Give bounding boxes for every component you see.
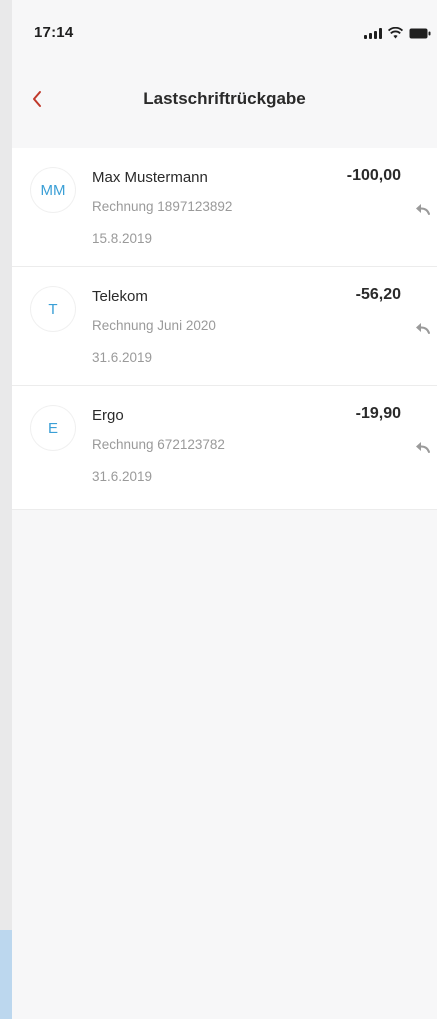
item-reference: Rechnung 672123782 xyxy=(92,437,225,452)
wifi-icon xyxy=(388,27,403,39)
status-bar: 17:14 xyxy=(12,0,437,70)
signal-icon xyxy=(364,28,382,39)
item-amount: -19,90 xyxy=(355,405,401,422)
avatar: T xyxy=(31,287,75,331)
item-reference: Rechnung 1897123892 xyxy=(92,199,233,214)
item-date: 15.8.2019 xyxy=(92,231,153,246)
list-item[interactable]: MM Max Mustermann Rechnung 1897123892 15… xyxy=(12,148,437,267)
battery-icon xyxy=(409,28,431,39)
navigation-bar: Lastschriftrückgabe xyxy=(12,70,437,132)
list-item[interactable]: T Telekom Rechnung Juni 2020 31.6.2019 -… xyxy=(12,267,437,386)
item-name: Ergo xyxy=(92,407,124,424)
list-item[interactable]: E Ergo Rechnung 672123782 31.6.2019 -19,… xyxy=(12,386,437,510)
item-amount: -100,00 xyxy=(346,167,401,184)
direct-debit-list: MM Max Mustermann Rechnung 1897123892 15… xyxy=(12,148,437,510)
avatar-initials: MM xyxy=(40,181,66,199)
page-title: Lastschriftrückgabe xyxy=(143,89,306,108)
reply-arrow-icon[interactable] xyxy=(414,440,432,454)
status-icons xyxy=(364,27,431,39)
reply-arrow-icon[interactable] xyxy=(414,202,432,216)
phone-screen: 17:14 Lastschriftrückgabe MM Max Musterm… xyxy=(12,0,437,1019)
avatar-initials: E xyxy=(47,419,58,437)
avatar-initials: T xyxy=(48,300,58,318)
item-name: Max Mustermann xyxy=(92,169,208,186)
item-date: 31.6.2019 xyxy=(92,469,153,484)
side-accent-strip xyxy=(0,930,12,1019)
item-name: Telekom xyxy=(92,288,148,305)
status-time: 17:14 xyxy=(34,24,74,41)
item-reference: Rechnung Juni 2020 xyxy=(92,318,216,333)
item-date: 31.6.2019 xyxy=(92,350,153,365)
reply-arrow-icon[interactable] xyxy=(414,321,432,335)
avatar: MM xyxy=(31,168,75,212)
avatar: E xyxy=(31,406,75,450)
item-amount: -56,20 xyxy=(355,286,401,303)
